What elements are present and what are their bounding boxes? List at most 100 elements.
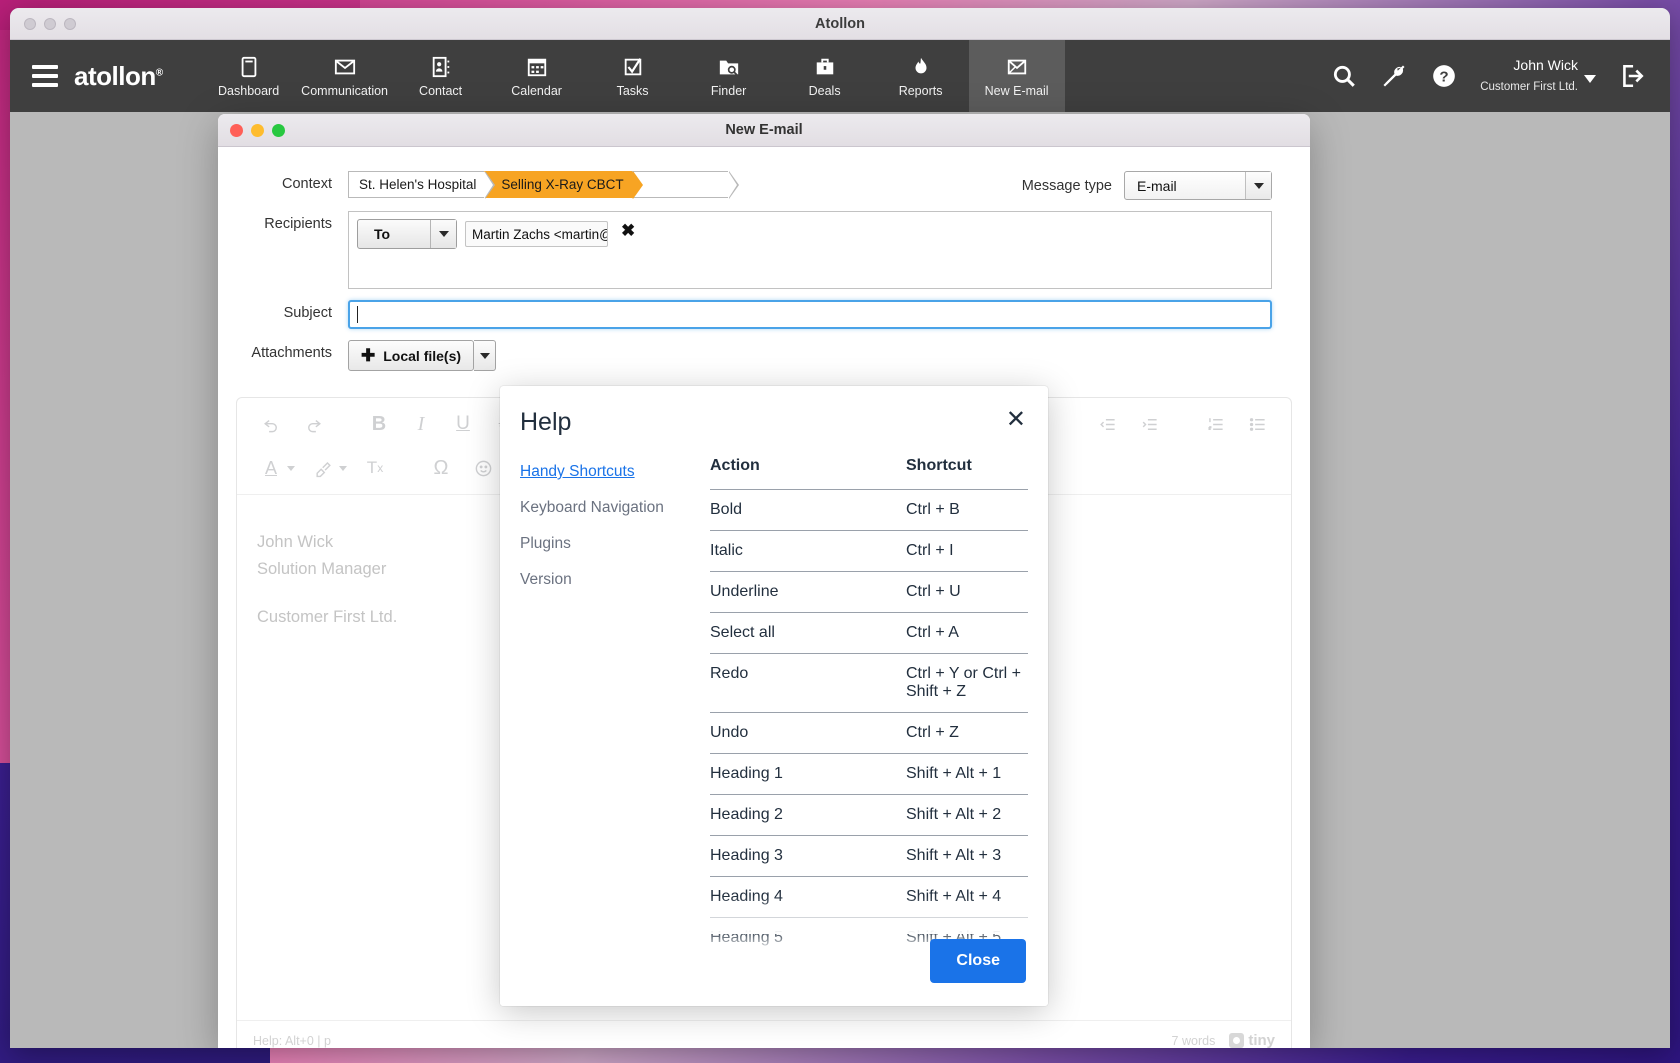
- nav-item-contact[interactable]: Contact: [393, 40, 489, 112]
- nav-item-new-email[interactable]: New E-mail: [968, 40, 1065, 112]
- nav-label: Deals: [808, 83, 841, 98]
- table-row: Heading 4 Shift + Alt + 4: [710, 876, 1028, 917]
- checkbox-icon: [621, 55, 645, 79]
- context-row: Context St. Helen's Hospital Selling X-R…: [236, 171, 1272, 200]
- undo-icon[interactable]: [251, 407, 291, 441]
- recipient-mode-select[interactable]: To: [357, 219, 457, 249]
- breadcrumb-item-empty[interactable]: [631, 171, 739, 199]
- logout-icon[interactable]: [1618, 62, 1646, 90]
- nav-label: Reports: [898, 83, 943, 98]
- cell-action: Heading 3: [710, 847, 783, 864]
- message-type-select[interactable]: E-mail: [1124, 171, 1272, 200]
- add-local-files-button[interactable]: ✚ Local file(s): [348, 340, 475, 371]
- tiny-brand-text: tiny: [1248, 1032, 1275, 1048]
- context-breadcrumb[interactable]: St. Helen's Hospital Selling X-Ray CBCT: [348, 171, 739, 199]
- help-nav-item-version[interactable]: Version: [520, 571, 710, 589]
- chevron-down-icon[interactable]: [287, 465, 295, 471]
- editor-status-help[interactable]: Help: Alt+0 | p: [253, 1034, 331, 1048]
- underline-icon[interactable]: U: [443, 407, 483, 441]
- outdent-icon[interactable]: [1087, 407, 1127, 441]
- table-row: Heading 1 Shift + Alt + 1: [710, 753, 1028, 794]
- italic-icon[interactable]: I: [401, 407, 441, 441]
- cell-shortcut: Ctrl + Z: [906, 724, 959, 741]
- recipients-row: Recipients To Martin Zachs <martin@ ✖: [236, 211, 1272, 289]
- attach-button-label: Local file(s): [383, 347, 462, 364]
- brand-text: atollon: [74, 60, 156, 91]
- column-header-shortcut: Shortcut: [906, 457, 972, 474]
- user-name: John Wick: [1513, 57, 1578, 73]
- chevron-down-icon[interactable]: [430, 220, 456, 248]
- omega-icon[interactable]: Ω: [421, 451, 461, 485]
- plus-icon: ✚: [361, 346, 376, 365]
- nav-label: Tasks: [616, 83, 649, 98]
- highlight-color-icon[interactable]: [303, 451, 343, 485]
- breadcrumb-item-deal[interactable]: Selling X-Ray CBCT: [484, 171, 644, 199]
- cell-action: Underline: [710, 583, 779, 600]
- nav-item-finder[interactable]: Finder: [681, 40, 777, 112]
- table-row: Undo Ctrl + Z: [710, 712, 1028, 753]
- chevron-down-icon[interactable]: [339, 465, 347, 471]
- cell-action: Bold: [710, 501, 743, 518]
- cell-action: Heading 1: [710, 765, 783, 782]
- table-row: Heading 3 Shift + Alt + 3: [710, 835, 1028, 876]
- emoji-icon[interactable]: [463, 451, 503, 485]
- new-email-window-title: New E-mail: [725, 122, 803, 138]
- breadcrumb-item-account[interactable]: St. Helen's Hospital: [348, 171, 496, 199]
- cell-action: Redo: [710, 665, 749, 682]
- close-button[interactable]: Close: [930, 939, 1026, 983]
- nav-item-reports[interactable]: Reports: [873, 40, 969, 112]
- tiny-mark-icon: [1229, 1033, 1245, 1048]
- search-icon[interactable]: [1330, 62, 1358, 90]
- table-row: Select all Ctrl + A: [710, 612, 1028, 653]
- nav-item-deals[interactable]: Deals: [777, 40, 873, 112]
- new-email-icon: [1005, 55, 1029, 79]
- table-row: Underline Ctrl + U: [710, 571, 1028, 612]
- user-menu[interactable]: John Wick Customer First Ltd.: [1480, 56, 1596, 96]
- text-color-icon[interactable]: A: [251, 451, 291, 485]
- wrench-icon[interactable]: [1380, 62, 1408, 90]
- chevron-down-icon[interactable]: [1245, 172, 1271, 199]
- nav-label: Contact: [419, 83, 463, 98]
- svg-text:?: ?: [1440, 68, 1449, 85]
- help-nav-item-keyboard-navigation[interactable]: Keyboard Navigation: [520, 499, 710, 517]
- cell-action: Heading 2: [710, 806, 783, 823]
- recipients-field[interactable]: To Martin Zachs <martin@ ✖: [348, 211, 1272, 289]
- indent-icon[interactable]: [1129, 407, 1169, 441]
- close-icon[interactable]: ✕: [1006, 408, 1026, 432]
- clear-format-icon[interactable]: Tx: [355, 451, 395, 485]
- chevron-down-icon[interactable]: [1584, 75, 1596, 83]
- cell-shortcut: Shift + Alt + 4: [906, 888, 1002, 905]
- tinymce-logo[interactable]: tiny: [1229, 1032, 1275, 1048]
- help-icon[interactable]: ?: [1430, 62, 1458, 90]
- nav-item-calendar[interactable]: Calendar: [489, 40, 585, 112]
- recipients-label: Recipients: [264, 216, 332, 232]
- bulleted-list-icon[interactable]: [1237, 407, 1277, 441]
- hamburger-icon[interactable]: [32, 65, 58, 87]
- cell-shortcut: Ctrl + I: [906, 542, 954, 559]
- nav-item-tasks[interactable]: Tasks: [585, 40, 681, 112]
- column-header-action: Action: [710, 457, 760, 474]
- help-nav-item-handy-shortcuts[interactable]: Handy Shortcuts: [520, 463, 710, 481]
- navbar-right: ? John Wick Customer First Ltd.: [1330, 56, 1646, 96]
- remove-recipient-icon[interactable]: ✖: [621, 221, 635, 241]
- numbered-list-icon[interactable]: [1195, 407, 1235, 441]
- brand-logo[interactable]: atollon®: [74, 61, 163, 92]
- nav-label: Calendar: [511, 83, 562, 98]
- context-label: Context: [282, 176, 332, 192]
- subject-input[interactable]: [348, 300, 1272, 329]
- calendar-icon: [525, 55, 549, 79]
- bold-icon[interactable]: B: [359, 407, 399, 441]
- message-type-value: E-mail: [1137, 177, 1177, 194]
- recipient-chip[interactable]: Martin Zachs <martin@: [465, 221, 608, 247]
- brand-registered-mark: ®: [155, 66, 163, 78]
- attachments-dropdown-button[interactable]: [474, 340, 497, 371]
- subject-row: Subject: [236, 300, 1272, 329]
- app-titlebar: Atollon: [10, 8, 1670, 40]
- nav-item-dashboard[interactable]: Dashboard: [201, 40, 297, 112]
- new-email-form: Context St. Helen's Hospital Selling X-R…: [218, 147, 1310, 371]
- recipient-mode-value: To: [374, 226, 391, 242]
- help-nav-item-plugins[interactable]: Plugins: [520, 535, 710, 553]
- redo-icon[interactable]: [293, 407, 333, 441]
- nav-item-communication[interactable]: Communication: [297, 40, 393, 112]
- cell-shortcut: Ctrl + B: [906, 501, 960, 518]
